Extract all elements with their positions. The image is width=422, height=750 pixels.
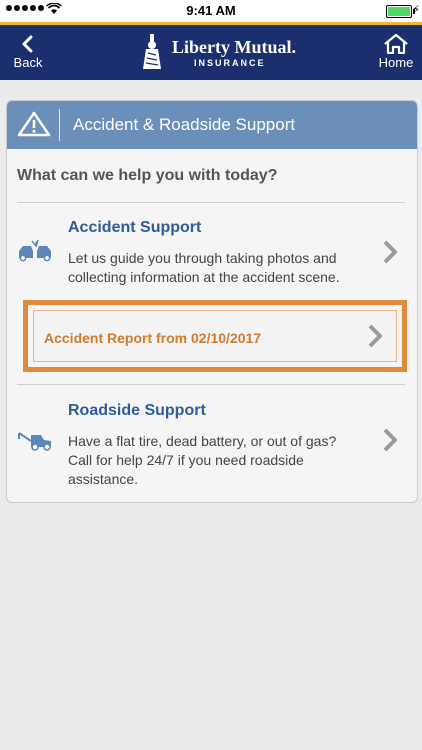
report-inner: Accident Report from 02/10/2017 bbox=[33, 310, 397, 362]
chevron-right-icon bbox=[381, 239, 399, 265]
card-title: Accident & Roadside Support bbox=[73, 115, 296, 134]
accident-support-title: Accident Support bbox=[68, 219, 202, 236]
home-icon bbox=[384, 34, 408, 54]
status-bar: 9:41 AM ⚡ bbox=[0, 0, 422, 22]
status-time: 9:41 AM bbox=[186, 3, 236, 18]
chevron-right-icon bbox=[366, 323, 384, 354]
tow-truck-icon bbox=[18, 432, 51, 451]
battery-icon bbox=[386, 5, 415, 18]
home-button[interactable]: Home bbox=[376, 34, 416, 70]
roadside-support-item[interactable]: Roadside Support Have a flat tire, dead … bbox=[7, 385, 417, 495]
liberty-mutual-logo: Liberty Mutual. INSURANCE bbox=[136, 31, 296, 75]
help-prompt: What can we help you with today? bbox=[17, 167, 278, 184]
car-crash-icon bbox=[19, 239, 51, 262]
charging-bolt-icon: ⚡ bbox=[412, 4, 420, 16]
accident-report-label: Accident Report from 02/10/2017 bbox=[44, 330, 262, 346]
card-header: Accident & Roadside Support bbox=[7, 101, 417, 149]
support-card: Accident & Roadside Support What can we … bbox=[6, 100, 418, 503]
home-label: Home bbox=[378, 55, 414, 70]
logo-subtitle: INSURANCE bbox=[194, 58, 266, 68]
roadside-support-description: Have a flat tire, dead battery, or out o… bbox=[68, 433, 337, 487]
accident-support-item[interactable]: Accident Support Let us guide you throug… bbox=[7, 203, 417, 293]
accident-report-button[interactable]: Accident Report from 02/10/2017 bbox=[23, 300, 407, 372]
header-divider bbox=[59, 109, 60, 141]
chevron-left-icon bbox=[22, 35, 33, 53]
logo-title: Liberty Mutual. bbox=[172, 37, 296, 57]
back-button[interactable]: Back bbox=[8, 35, 48, 70]
accident-support-description: Let us guide you through taking photos a… bbox=[68, 250, 340, 285]
back-label: Back bbox=[13, 55, 43, 70]
chevron-right-icon bbox=[381, 427, 399, 453]
roadside-support-title: Roadside Support bbox=[68, 402, 206, 419]
statue-of-liberty-icon bbox=[143, 34, 161, 69]
navigation-bar: Back Liberty Mutual. INSURANCE Home bbox=[0, 25, 422, 80]
warning-triangle-icon bbox=[17, 111, 51, 137]
